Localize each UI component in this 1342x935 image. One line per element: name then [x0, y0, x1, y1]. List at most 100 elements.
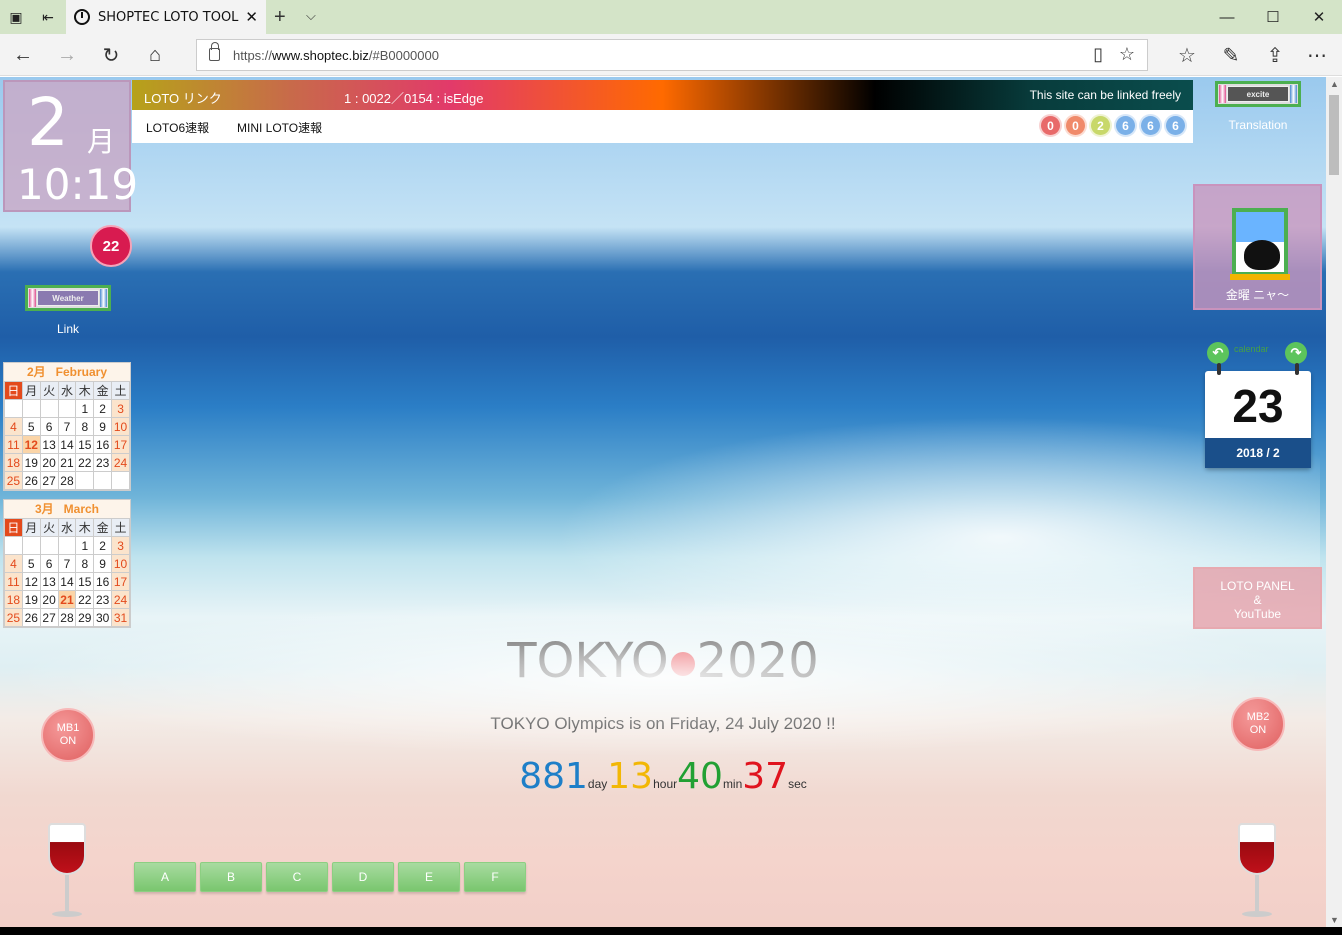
calendar-day[interactable]: 26 — [21, 471, 41, 490]
loto-panel-button[interactable]: LOTO PANEL & YouTube — [1193, 567, 1322, 629]
calendar-day[interactable]: 1 — [75, 399, 95, 418]
button-f[interactable]: F — [464, 862, 526, 892]
scroll-up-icon[interactable]: ▲ — [1330, 79, 1339, 89]
calendar-day[interactable]: 7 — [57, 417, 77, 436]
calendar-day[interactable]: 2 — [93, 399, 113, 418]
calendar-day[interactable]: 12 — [21, 572, 41, 591]
calendar-next-icon[interactable]: ↷ — [1285, 342, 1307, 364]
calendar-day[interactable]: 13 — [39, 435, 59, 454]
favorites-icon[interactable]: ☆ — [1170, 40, 1204, 70]
scroll-down-icon[interactable]: ▼ — [1330, 915, 1339, 925]
weather-link-label[interactable]: Link — [25, 322, 111, 336]
calendar-day[interactable]: 9 — [93, 554, 113, 573]
calendar-day[interactable]: 8 — [75, 417, 95, 436]
button-b[interactable]: B — [200, 862, 262, 892]
translation-label[interactable]: Translation — [1205, 118, 1311, 132]
calendar-day[interactable]: 28 — [57, 471, 77, 490]
calendar-day[interactable]: 13 — [39, 572, 59, 591]
calendar-day[interactable]: 14 — [57, 435, 77, 454]
loto6-link[interactable]: LOTO6速報 — [146, 119, 209, 136]
calendar-day[interactable]: 3 — [111, 536, 130, 555]
calendar-day[interactable]: 22 — [75, 590, 95, 609]
calendar-day[interactable]: 19 — [21, 453, 41, 472]
calendar-day[interactable]: 24 — [111, 453, 130, 472]
calendar-day[interactable]: 31 — [111, 608, 130, 627]
calendar-link[interactable]: calendar — [1234, 344, 1269, 354]
scroll-thumb[interactable] — [1329, 95, 1339, 175]
forward-icon[interactable]: → — [50, 40, 84, 70]
calendar-day[interactable]: 1 — [75, 536, 95, 555]
calendar-day[interactable]: 4 — [4, 417, 23, 436]
day-badge[interactable]: 22 — [90, 225, 132, 267]
vertical-scrollbar[interactable]: ▲ ▼ — [1326, 77, 1342, 927]
calendar-day[interactable]: 7 — [57, 554, 77, 573]
calendar-day[interactable]: 15 — [75, 435, 95, 454]
calendar-day[interactable]: 3 — [111, 399, 130, 418]
calendar-day[interactable]: 10 — [111, 554, 130, 573]
address-bar[interactable]: https://www.shoptec.biz/#B0000000 ▯ ☆ — [196, 39, 1148, 71]
calendar-day[interactable]: 28 — [57, 608, 77, 627]
calendar-day[interactable]: 11 — [4, 435, 23, 454]
new-tab-icon[interactable]: + — [274, 6, 286, 29]
calendar-day[interactable]: 29 — [75, 608, 95, 627]
calendar-day[interactable]: 27 — [39, 471, 59, 490]
calendar-day[interactable]: 25 — [4, 471, 23, 490]
calendar-day[interactable]: 14 — [57, 572, 77, 591]
calendar-day[interactable]: 18 — [4, 453, 23, 472]
friday-cat-panel[interactable]: 金曜 ニャ〜 — [1193, 184, 1322, 310]
calendar-day[interactable]: 5 — [21, 554, 41, 573]
button-e[interactable]: E — [398, 862, 460, 892]
calendar-day[interactable]: 27 — [39, 608, 59, 627]
calendar-day[interactable]: 6 — [39, 417, 59, 436]
loto-link[interactable]: LOTO リンク — [144, 88, 222, 107]
calendar-day[interactable]: 24 — [111, 590, 130, 609]
more-icon[interactable]: ⋯ — [1300, 40, 1334, 70]
close-icon[interactable]: ✕ — [1296, 0, 1342, 34]
translation-button[interactable]: excite — [1215, 81, 1301, 107]
calendar-day[interactable]: 16 — [93, 572, 113, 591]
calendar-day[interactable]: 16 — [93, 435, 113, 454]
calendar-day[interactable]: 17 — [111, 572, 130, 591]
button-c[interactable]: C — [266, 862, 328, 892]
mb2-button[interactable]: MB2 ON — [1231, 697, 1285, 751]
maximize-icon[interactable]: ☐ — [1250, 0, 1296, 34]
reading-view-icon[interactable]: ▯ — [1093, 44, 1103, 65]
calendar-day[interactable]: 6 — [39, 554, 59, 573]
home-icon[interactable]: ⌂ — [138, 40, 172, 70]
calendar-day[interactable]: 5 — [21, 417, 41, 436]
calendar-day[interactable]: 4 — [4, 554, 23, 573]
calendar-day[interactable]: 9 — [93, 417, 113, 436]
calendar-day[interactable]: 8 — [75, 554, 95, 573]
calendar-day[interactable]: 2 — [93, 536, 113, 555]
calendar-day[interactable]: 15 — [75, 572, 95, 591]
calendar-day[interactable]: 11 — [4, 572, 23, 591]
calendar-day[interactable]: 26 — [21, 608, 41, 627]
mini-loto-link[interactable]: MINI LOTO速報 — [237, 119, 322, 136]
calendar-day[interactable]: 23 — [93, 590, 113, 609]
mb1-button[interactable]: MB1 ON — [41, 708, 95, 762]
calendar-day[interactable]: 23 — [93, 453, 113, 472]
calendar-day[interactable]: 21 — [57, 453, 77, 472]
tab-close-icon[interactable]: ✕ — [245, 8, 258, 26]
calendar-day[interactable]: 10 — [111, 417, 130, 436]
calendar-day[interactable]: 20 — [39, 453, 59, 472]
calendar-prev-icon[interactable]: ↶ — [1207, 342, 1229, 364]
calendar-day[interactable]: 12 — [21, 435, 41, 454]
chevron-down-icon[interactable]: ⌵ — [306, 8, 316, 24]
browser-tab[interactable]: SHOPTEC LOTO TOOL ✕ — [66, 0, 266, 34]
calendar-day[interactable]: 22 — [75, 453, 95, 472]
calendar-day[interactable]: 21 — [57, 590, 77, 609]
favorite-star-icon[interactable]: ☆ — [1119, 44, 1135, 65]
calendar-day[interactable]: 25 — [4, 608, 23, 627]
back-icon[interactable]: ← — [6, 40, 40, 70]
minimize-icon[interactable]: — — [1204, 0, 1250, 34]
button-a[interactable]: A — [134, 862, 196, 892]
tab-list-icon[interactable]: ▣ — [0, 0, 32, 34]
weather-button[interactable]: Weather — [25, 285, 111, 311]
refresh-icon[interactable]: ↻ — [94, 40, 128, 70]
calendar-day[interactable]: 20 — [39, 590, 59, 609]
set-aside-icon[interactable]: ⇤ — [32, 0, 64, 34]
share-icon[interactable]: ⇪ — [1258, 40, 1292, 70]
calendar-day[interactable]: 19 — [21, 590, 41, 609]
calendar-day[interactable]: 18 — [4, 590, 23, 609]
